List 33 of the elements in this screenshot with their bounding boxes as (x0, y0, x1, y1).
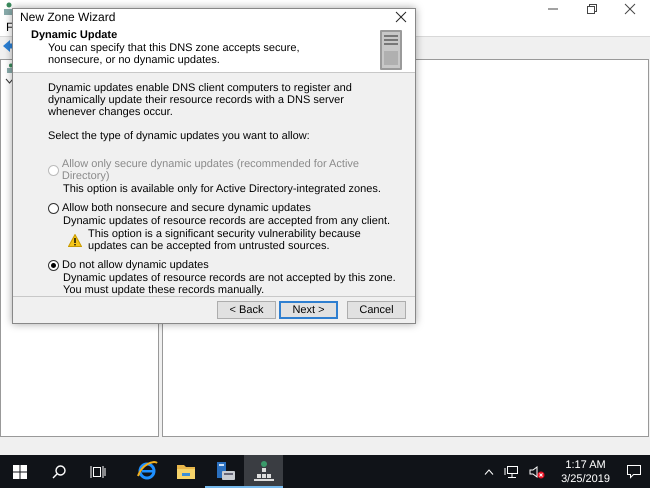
warning-text: This option is a significant security vulnerability because updates can be accepted from untrusted sources. (88, 228, 362, 252)
prompt-text: Select the type of dynamic updates you want to allow: (48, 130, 311, 142)
radio-button[interactable] (48, 260, 59, 271)
expand-chevron-icon[interactable] (5, 78, 14, 84)
volume-muted-icon[interactable] (529, 464, 546, 478)
notification-icon[interactable] (626, 464, 642, 479)
option-label[interactable]: Allow both nonsecure and secure dynamic updates (62, 202, 311, 214)
search-icon[interactable] (52, 464, 66, 478)
intro-text: Dynamic updates enable DNS client computers to register and dynamically update their resource records with a DNS server whenever changes occur. (48, 82, 353, 118)
option-description: Dynamic updates of resource records are accepted from any client. (62, 215, 392, 228)
radio-button[interactable] (48, 202, 59, 214)
clock-time[interactable]: 1:17 AM (565, 458, 606, 472)
option-description: This option is available only for Active Directory-integrated zones. (62, 183, 382, 196)
warning-icon (68, 234, 82, 247)
network-tree-icon (252, 460, 274, 482)
close-icon[interactable] (395, 10, 407, 23)
task-view-icon[interactable] (90, 464, 106, 478)
browser-icon (136, 460, 158, 482)
option-label[interactable]: Do not allow dynamic updates (62, 259, 209, 272)
close-icon[interactable] (624, 3, 636, 15)
dialog-title: New Zone Wizard (20, 10, 116, 24)
taskbar-app[interactable] (244, 455, 283, 488)
dialog-button[interactable]: Cancel (347, 301, 406, 320)
page-heading: Dynamic Update (31, 29, 118, 42)
clock-date[interactable]: 3/25/2019 (561, 472, 610, 486)
page-subtitle: You can specify that this DNS zone accepts secure, nonsecure, or no dynamic updates. (47, 42, 301, 66)
windows-start-icon[interactable] (12, 464, 26, 478)
dialog-button[interactable]: Next > (279, 301, 338, 320)
chevron-up-icon[interactable] (484, 468, 494, 474)
restore-icon[interactable] (586, 3, 598, 15)
dialog-button[interactable]: < Back (217, 301, 276, 320)
option-description: Dynamic updates of resource records are not accepted by this zone. You must update these records manually. (62, 272, 397, 296)
network-icon[interactable] (504, 464, 520, 478)
